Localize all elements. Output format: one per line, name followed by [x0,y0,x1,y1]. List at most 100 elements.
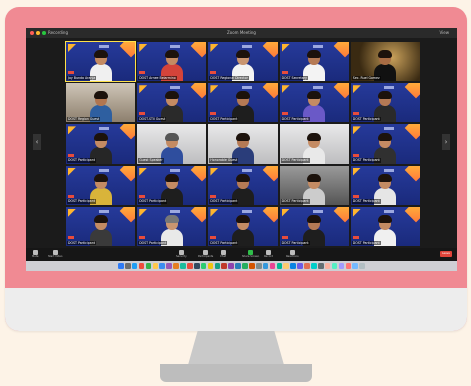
dock-app-icon[interactable] [214,263,221,269]
participant-tile[interactable]: Honorable Guest [208,124,278,164]
dock-app-icon[interactable] [283,263,290,269]
dock-app-icon[interactable] [311,263,317,269]
participant-tile[interactable]: DOST Regional Director [208,42,278,82]
dock-app-icon[interactable] [221,263,228,269]
reactions-button[interactable]: Reactions [286,250,299,259]
dock-app-icon[interactable] [317,263,324,269]
dock-app-icon[interactable] [145,263,152,269]
dock-app-icon[interactable] [180,263,186,269]
previous-page-icon[interactable]: ‹ [33,134,41,150]
participant-tile[interactable]: DOST Participant [350,165,420,205]
participant-tile[interactable]: DOST Arnee Belarmino [137,42,207,82]
participant-tile[interactable]: DOST Participant [350,124,420,164]
dock-app-icon[interactable] [166,263,172,269]
brand-chevron-shape [191,165,207,181]
brand-corner-shape [68,208,76,217]
participant-tile[interactable]: DOST Participant [208,83,278,123]
record-button[interactable]: Record [264,250,273,259]
dock-app-icon[interactable] [290,263,296,269]
participant-name: DOST Participant [138,240,168,245]
participant-name: DOST Regional Director [209,75,249,81]
participant-tile[interactable]: Joy Bunda Aranja [64,40,137,83]
dock-app-icon[interactable] [249,263,255,269]
dock-app-icon[interactable] [269,263,276,269]
control-label: Participants [198,255,214,258]
event-badge [281,112,288,116]
dock-app-icon[interactable] [138,263,145,269]
participant-tile[interactable]: DOST Participant [350,83,420,123]
dock-app-icon[interactable] [242,263,248,269]
participants-button[interactable]: Participants [198,250,213,259]
dock-app-icon[interactable] [159,263,166,269]
participant-hair [307,173,322,182]
event-logo [170,45,181,48]
participant-tile[interactable]: DOST Participant [279,165,349,205]
dock-app-icon[interactable] [304,263,310,269]
participant-tile[interactable]: Guest Speaker [137,124,207,164]
participant-name: DOST Participant [209,116,239,122]
participant-tile[interactable]: DOST Participant [137,165,207,205]
participant-tile[interactable]: DOST Participant [66,124,136,164]
dock-app-icon[interactable] [193,263,200,269]
participant-tile[interactable]: DOST Participant [279,206,349,246]
participant-hair [235,173,250,182]
brand-chevron-shape [262,206,278,223]
event-logo [241,45,252,48]
brand-corner-shape [281,208,290,217]
event-badge [352,153,359,157]
dock-app-icon[interactable] [297,263,303,269]
share-screen-button[interactable]: Share Screen [242,250,259,259]
dock-app-icon[interactable] [338,263,345,269]
participant-tile[interactable]: DOST Participant [66,165,136,205]
dock-app-icon[interactable] [125,263,131,269]
start-video-button[interactable]: Start Video [48,250,62,259]
leave-button[interactable]: Leave [440,251,452,257]
dock-app-icon[interactable] [352,263,358,269]
dock-app-icon[interactable] [359,263,365,269]
participant-tile[interactable]: DOST Participant [279,83,349,123]
participant-hair [164,50,179,59]
brand-chevron-shape [119,206,136,223]
participant-name: DOST Secretary [280,75,308,81]
dock-app-icon[interactable] [228,263,234,269]
chat-button[interactable]: Chat [220,250,226,259]
mute-button[interactable]: Mute [32,250,39,259]
brand-corner-shape [68,126,76,135]
participant-tile[interactable]: DOST Secretary [279,42,349,82]
participant-tile[interactable]: DOST-STII Guest [137,83,207,123]
dock-app-icon[interactable] [345,263,352,269]
participant-tile[interactable]: DOST Participant [350,206,420,246]
dock-app-icon[interactable] [173,263,179,269]
dock-app-icon[interactable] [118,263,124,269]
participant-hair [235,91,250,100]
participant-hair [164,173,179,182]
dock-app-icon[interactable] [131,263,138,269]
dock-app-icon[interactable] [235,263,241,269]
event-logo [170,209,181,213]
participant-hair [93,50,108,59]
next-page-icon[interactable]: › [442,134,450,150]
participant-tile[interactable]: Sec. Ruel Gomez [350,42,420,82]
participant-tile[interactable]: DOST Participant [208,206,278,246]
dock-app-icon[interactable] [187,263,193,269]
participant-tile[interactable]: DOST Participant [279,124,349,164]
dock-app-icon[interactable] [255,263,262,269]
participant-name: DOST Participant [280,116,310,122]
dock-app-icon[interactable] [207,263,214,269]
window-titlebar: Recording Zoom Meeting View [26,28,457,38]
participant-tile[interactable]: DOST Participant [208,165,278,205]
security-button[interactable]: Security [176,250,187,259]
dock-app-icon[interactable] [262,263,269,269]
dock-app-icon[interactable] [324,263,331,269]
participant-hair [93,91,108,100]
event-logo [170,168,181,172]
participant-tile[interactable]: DOST Participant [66,206,136,246]
participant-tile[interactable]: DOST Participant [137,206,207,246]
dock-app-icon[interactable] [331,263,338,269]
view-button[interactable]: View [440,28,450,38]
dock-app-icon[interactable] [152,263,159,269]
dock-app-icon[interactable] [276,263,283,269]
participant-tile[interactable]: DOST Region Guest [66,83,136,123]
dock-app-icon[interactable] [200,263,207,269]
monitor-chin [5,288,467,331]
